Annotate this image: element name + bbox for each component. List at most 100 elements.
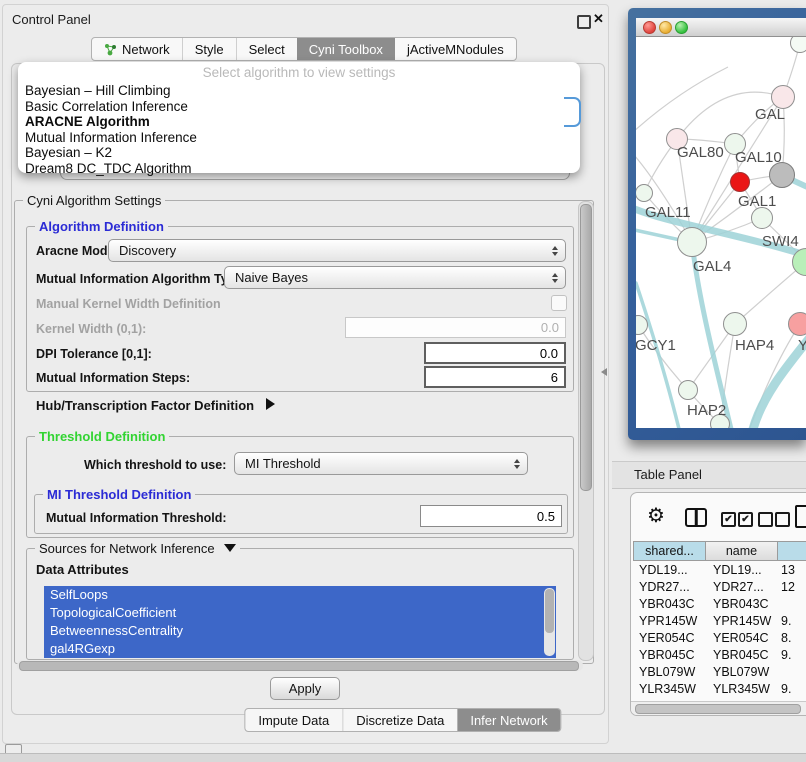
node-label: GAL <box>755 106 785 123</box>
spinner-arrows-icon <box>552 273 558 283</box>
sources-group-title[interactable]: Sources for Network Inference <box>35 541 240 556</box>
table-panel-bar: Table Panel <box>612 461 806 489</box>
node-hap4[interactable] <box>723 312 747 336</box>
node-hap2[interactable] <box>678 380 698 400</box>
attribute-list-scrollbar[interactable] <box>544 588 555 656</box>
dropdown-item-aracne[interactable]: ARACNE Algorithm <box>23 114 575 130</box>
table-row[interactable]: YER054CYER054C8. <box>633 630 805 647</box>
algorithm-dropdown-placeholder: Select algorithm to view settings <box>18 65 580 80</box>
node-label: GAL4 <box>693 258 731 275</box>
mi-steps-label: Mutual Information Steps: <box>36 371 190 385</box>
node-red[interactable] <box>730 172 750 192</box>
close-icon[interactable]: ✕ <box>593 11 604 27</box>
settings-vertical-scrollbar[interactable] <box>578 201 594 661</box>
dpi-tolerance-label: DPI Tolerance [0,1]: <box>36 347 152 361</box>
mi-type-select[interactable]: Naive Bayes <box>224 266 566 289</box>
node-pink-red[interactable] <box>788 312 806 336</box>
mi-type-label: Mutual Information Algorithm Type: <box>36 272 246 286</box>
column-header-name[interactable]: name <box>705 541 778 561</box>
node-label: SWI4 <box>762 233 799 250</box>
data-attributes-list: SelfLoops TopologicalCoefficient Between… <box>44 586 556 658</box>
deselect-all-checkbox-icon[interactable] <box>758 512 773 527</box>
table-horizontal-scrollbar[interactable] <box>631 701 806 716</box>
bottom-panel-edge <box>0 753 806 762</box>
dropdown-item[interactable]: Bayesian – Hill Climbing <box>23 83 575 99</box>
node-label: HAP2 <box>687 402 726 419</box>
node-gal4[interactable] <box>677 227 707 257</box>
node-label: GCY1 <box>636 337 676 354</box>
dropdown-item[interactable]: Mutual Information Inference <box>23 130 575 146</box>
table-row[interactable]: YLR345WYLR345W9. <box>633 681 805 698</box>
spinner-arrows-icon <box>552 246 558 256</box>
select-all-checkbox-icon[interactable]: ✔ <box>738 512 753 527</box>
table-row[interactable]: YBR043CYBR043C <box>633 596 805 613</box>
tab-select[interactable]: Select <box>236 38 297 60</box>
tab-infer-network[interactable]: Infer Network <box>457 709 560 731</box>
window-close-icon[interactable] <box>643 21 656 34</box>
select-all-checkbox-icon[interactable]: ✔ <box>721 512 736 527</box>
cyni-bottom-tabs: Impute Data Discretize Data Infer Networ… <box>244 708 561 732</box>
attribute-item[interactable]: gal4RGexp <box>44 640 556 658</box>
which-threshold-select[interactable]: MI Threshold <box>234 452 528 475</box>
columns-icon[interactable] <box>685 508 707 527</box>
tab-jactivemnodules[interactable]: jActiveMNodules <box>395 38 516 60</box>
table-row[interactable]: YBL079WYBL079W <box>633 664 805 681</box>
column-header-partial[interactable] <box>777 541 806 561</box>
table-row[interactable]: YDL19...YDL19...13 <box>633 562 805 579</box>
settings-scroll-thumb[interactable] <box>580 204 592 491</box>
manual-kernel-label: Manual Kernel Width Definition <box>36 297 221 311</box>
attribute-item[interactable]: SelfLoops <box>44 586 556 604</box>
collapse-down-icon <box>224 544 236 552</box>
tab-network-label: Network <box>122 42 170 57</box>
node-table: ⚙ ✔ ✔ shared... name YDL19...YDL19...13 … <box>630 492 806 716</box>
settings-horizontal-scrollbar[interactable] <box>17 660 583 671</box>
threshold-definition-title: Threshold Definition <box>35 429 169 444</box>
settings-horizontal-thumb[interactable] <box>19 661 579 671</box>
mi-steps-input[interactable]: 6 <box>424 366 566 388</box>
node-label: GAL10 <box>735 149 782 166</box>
mi-threshold-definition-title: MI Threshold Definition <box>43 487 195 502</box>
apply-button[interactable]: Apply <box>270 677 340 700</box>
dropdown-item[interactable]: Bayesian – K2 <box>23 145 575 161</box>
aracne-mode-select[interactable]: Discovery <box>108 239 566 262</box>
table-row[interactable]: YPR145WYPR145W9. <box>633 613 805 630</box>
network-icon <box>104 43 117 56</box>
tab-discretize-data[interactable]: Discretize Data <box>342 709 457 731</box>
attribute-list-scroll-thumb[interactable] <box>545 589 554 633</box>
tab-cyni-toolbox[interactable]: Cyni Toolbox <box>297 38 395 60</box>
node-label: HAP4 <box>735 337 774 354</box>
attribute-item[interactable]: TopologicalCoefficient <box>44 604 556 622</box>
dropdown-item[interactable]: Basic Correlation Inference <box>23 99 575 115</box>
node-gal1[interactable] <box>751 207 773 229</box>
table-row[interactable]: YBR045CYBR045C9. <box>633 647 805 664</box>
manual-kernel-checkbox[interactable] <box>551 295 567 311</box>
application: { "control_panel": { "title": "Control P… <box>0 0 806 762</box>
tab-style[interactable]: Style <box>182 38 236 60</box>
hub-definition-expander[interactable]: Hub/Transcription Factor Definition <box>36 398 275 413</box>
settings-group-title: Cyni Algorithm Settings <box>23 193 165 208</box>
kernel-width-input[interactable]: 0.0 <box>345 317 566 338</box>
table-panel-title: Table Panel <box>634 462 702 488</box>
table-row[interactable]: YDR27...YDR27...12 <box>633 579 805 596</box>
window-zoom-icon[interactable] <box>675 21 688 34</box>
column-header-shared[interactable]: shared... <box>633 541 706 561</box>
tab-impute-data[interactable]: Impute Data <box>245 709 342 731</box>
dpi-tolerance-input[interactable]: 0.0 <box>424 342 566 364</box>
window-minimize-icon[interactable] <box>659 21 672 34</box>
node-label: GAL1 <box>738 193 776 210</box>
deselect-all-checkbox-icon[interactable] <box>775 512 790 527</box>
tab-network[interactable]: Network <box>92 38 182 60</box>
export-table-icon[interactable] <box>795 505 806 528</box>
algorithm-dropdown-popup: Select algorithm to view settings Bayesi… <box>18 62 580 173</box>
float-window-icon[interactable] <box>577 15 591 29</box>
network-window-titlebar[interactable] <box>636 18 806 37</box>
table-horizontal-thumb[interactable] <box>635 704 801 714</box>
splitter-collapse-icon[interactable] <box>601 368 607 376</box>
gear-icon[interactable]: ⚙ <box>647 506 665 526</box>
attribute-item[interactable]: BetweennessCentrality <box>44 622 556 640</box>
aracne-mode-label: Aracne Mode: <box>36 244 119 258</box>
which-threshold-label: Which threshold to use: <box>84 458 226 472</box>
mi-threshold-input[interactable]: 0.5 <box>420 505 562 527</box>
data-attributes-label: Data Attributes <box>36 562 129 577</box>
dropdown-item[interactable]: Dream8 DC_TDC Algorithm <box>23 161 575 177</box>
